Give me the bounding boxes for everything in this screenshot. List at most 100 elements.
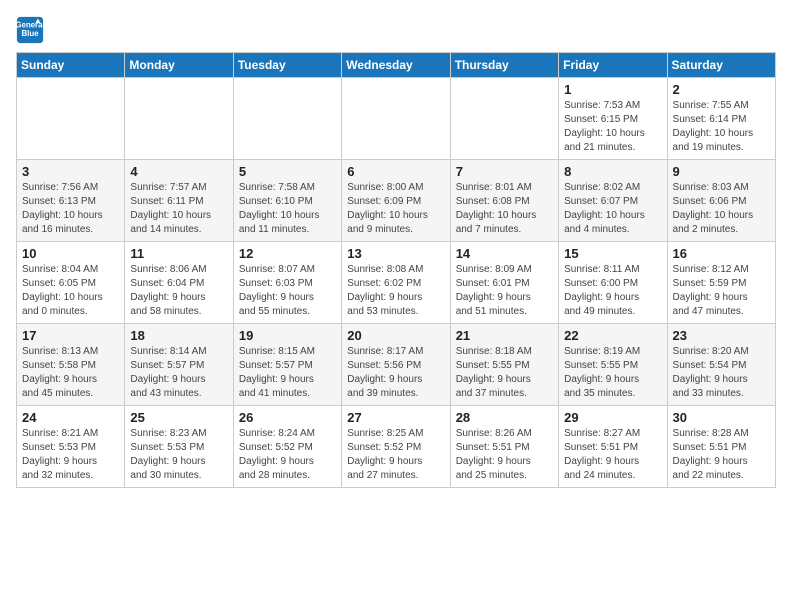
day-number: 14	[456, 246, 553, 261]
day-cell: 28Sunrise: 8:26 AM Sunset: 5:51 PM Dayli…	[450, 406, 558, 488]
day-number: 17	[22, 328, 119, 343]
calendar-header: SundayMondayTuesdayWednesdayThursdayFrid…	[17, 53, 776, 78]
day-number: 27	[347, 410, 444, 425]
day-info: Sunrise: 8:24 AM Sunset: 5:52 PM Dayligh…	[239, 427, 336, 483]
day-cell: 5Sunrise: 7:58 AM Sunset: 6:10 PM Daylig…	[233, 160, 341, 242]
svg-text:Blue: Blue	[21, 29, 39, 38]
day-cell	[233, 78, 341, 160]
day-info: Sunrise: 7:57 AM Sunset: 6:11 PM Dayligh…	[130, 181, 227, 237]
weekday-header-sunday: Sunday	[17, 53, 125, 78]
day-number: 21	[456, 328, 553, 343]
day-info: Sunrise: 8:00 AM Sunset: 6:09 PM Dayligh…	[347, 181, 444, 237]
day-info: Sunrise: 8:02 AM Sunset: 6:07 PM Dayligh…	[564, 181, 661, 237]
day-cell: 11 Sunrise: 8:06 AM Sunset: 6:04 PM Dayli…	[125, 242, 233, 324]
day-number: 25	[130, 410, 227, 425]
day-info: Sunrise: 8:19 AM Sunset: 5:55 PM Dayligh…	[564, 345, 661, 401]
day-cell	[17, 78, 125, 160]
day-number: 24	[22, 410, 119, 425]
day-number: 20	[347, 328, 444, 343]
day-number: 19	[239, 328, 336, 343]
day-cell	[125, 78, 233, 160]
day-cell: 1Sunrise: 7:53 AM Sunset: 6:15 PM Daylig…	[559, 78, 667, 160]
day-cell: 29 Sunrise: 8:27 AM Sunset: 5:51 PM Dayli…	[559, 406, 667, 488]
logo: General Blue	[16, 16, 48, 44]
day-cell: 27 Sunrise: 8:25 AM Sunset: 5:52 PM Dayli…	[342, 406, 450, 488]
weekday-header-monday: Monday	[125, 53, 233, 78]
day-number: 6	[347, 164, 444, 179]
logo-icon: General Blue	[16, 16, 44, 44]
week-row-4: 17 Sunrise: 8:13 AM Sunset: 5:58 PM Dayli…	[17, 324, 776, 406]
day-cell	[342, 78, 450, 160]
day-info: Sunrise: 8:01 AM Sunset: 6:08 PM Dayligh…	[456, 181, 553, 237]
day-number: 2	[673, 82, 770, 97]
day-number: 10	[22, 246, 119, 261]
weekday-header-tuesday: Tuesday	[233, 53, 341, 78]
calendar-table: SundayMondayTuesdayWednesdayThursdayFrid…	[16, 52, 776, 488]
day-info: Sunrise: 8:13 AM Sunset: 5:58 PM Dayligh…	[22, 345, 119, 401]
day-number: 13	[347, 246, 444, 261]
day-info: Sunrise: 8:08 AM Sunset: 6:02 PM Dayligh…	[347, 263, 444, 319]
day-info: Sunrise: 8:17 AM Sunset: 5:56 PM Dayligh…	[347, 345, 444, 401]
day-number: 3	[22, 164, 119, 179]
day-info: Sunrise: 8:18 AM Sunset: 5:55 PM Dayligh…	[456, 345, 553, 401]
day-info: Sunrise: 8:06 AM Sunset: 6:04 PM Dayligh…	[130, 263, 227, 319]
day-number: 28	[456, 410, 553, 425]
day-cell	[450, 78, 558, 160]
day-number: 12	[239, 246, 336, 261]
day-number: 22	[564, 328, 661, 343]
day-number: 7	[456, 164, 553, 179]
day-cell: 23 Sunrise: 8:20 AM Sunset: 5:54 PM Dayli…	[667, 324, 775, 406]
day-info: Sunrise: 8:11 AM Sunset: 6:00 PM Dayligh…	[564, 263, 661, 319]
day-cell: 15 Sunrise: 8:11 AM Sunset: 6:00 PM Dayli…	[559, 242, 667, 324]
week-row-3: 10 Sunrise: 8:04 AM Sunset: 6:05 PM Dayli…	[17, 242, 776, 324]
weekday-header-friday: Friday	[559, 53, 667, 78]
day-info: Sunrise: 8:04 AM Sunset: 6:05 PM Dayligh…	[22, 263, 119, 319]
weekday-row: SundayMondayTuesdayWednesdayThursdayFrid…	[17, 53, 776, 78]
day-number: 4	[130, 164, 227, 179]
day-cell: 22 Sunrise: 8:19 AM Sunset: 5:55 PM Dayli…	[559, 324, 667, 406]
day-info: Sunrise: 8:15 AM Sunset: 5:57 PM Dayligh…	[239, 345, 336, 401]
day-cell: 8Sunrise: 8:02 AM Sunset: 6:07 PM Daylig…	[559, 160, 667, 242]
day-number: 16	[673, 246, 770, 261]
day-cell: 16 Sunrise: 8:12 AM Sunset: 5:59 PM Dayli…	[667, 242, 775, 324]
day-info: Sunrise: 8:27 AM Sunset: 5:51 PM Dayligh…	[564, 427, 661, 483]
day-number: 30	[673, 410, 770, 425]
weekday-header-thursday: Thursday	[450, 53, 558, 78]
day-info: Sunrise: 8:09 AM Sunset: 6:01 PM Dayligh…	[456, 263, 553, 319]
day-info: Sunrise: 8:21 AM Sunset: 5:53 PM Dayligh…	[22, 427, 119, 483]
day-cell: 24 Sunrise: 8:21 AM Sunset: 5:53 PM Dayli…	[17, 406, 125, 488]
day-number: 18	[130, 328, 227, 343]
day-cell: 20 Sunrise: 8:17 AM Sunset: 5:56 PM Dayli…	[342, 324, 450, 406]
day-cell: 9Sunrise: 8:03 AM Sunset: 6:06 PM Daylig…	[667, 160, 775, 242]
day-number: 11	[130, 246, 227, 261]
day-info: Sunrise: 8:12 AM Sunset: 5:59 PM Dayligh…	[673, 263, 770, 319]
day-info: Sunrise: 8:14 AM Sunset: 5:57 PM Dayligh…	[130, 345, 227, 401]
calendar-body: 1Sunrise: 7:53 AM Sunset: 6:15 PM Daylig…	[17, 78, 776, 488]
day-cell: 19 Sunrise: 8:15 AM Sunset: 5:57 PM Dayli…	[233, 324, 341, 406]
day-cell: 6 Sunrise: 8:00 AM Sunset: 6:09 PM Daylig…	[342, 160, 450, 242]
day-cell: 14 Sunrise: 8:09 AM Sunset: 6:01 PM Dayli…	[450, 242, 558, 324]
day-cell: 13 Sunrise: 8:08 AM Sunset: 6:02 PM Dayli…	[342, 242, 450, 324]
day-cell: 30Sunrise: 8:28 AM Sunset: 5:51 PM Dayli…	[667, 406, 775, 488]
week-row-5: 24 Sunrise: 8:21 AM Sunset: 5:53 PM Dayli…	[17, 406, 776, 488]
day-number: 29	[564, 410, 661, 425]
day-info: Sunrise: 7:55 AM Sunset: 6:14 PM Dayligh…	[673, 99, 770, 155]
day-info: Sunrise: 8:03 AM Sunset: 6:06 PM Dayligh…	[673, 181, 770, 237]
day-info: Sunrise: 8:07 AM Sunset: 6:03 PM Dayligh…	[239, 263, 336, 319]
day-info: Sunrise: 7:56 AM Sunset: 6:13 PM Dayligh…	[22, 181, 119, 237]
day-info: Sunrise: 8:20 AM Sunset: 5:54 PM Dayligh…	[673, 345, 770, 401]
week-row-1: 1Sunrise: 7:53 AM Sunset: 6:15 PM Daylig…	[17, 78, 776, 160]
day-number: 15	[564, 246, 661, 261]
day-info: Sunrise: 8:25 AM Sunset: 5:52 PM Dayligh…	[347, 427, 444, 483]
page-header: General Blue	[16, 16, 776, 44]
weekday-header-saturday: Saturday	[667, 53, 775, 78]
day-cell: 25 Sunrise: 8:23 AM Sunset: 5:53 PM Dayli…	[125, 406, 233, 488]
day-cell: 21 Sunrise: 8:18 AM Sunset: 5:55 PM Dayli…	[450, 324, 558, 406]
day-cell: 17 Sunrise: 8:13 AM Sunset: 5:58 PM Dayli…	[17, 324, 125, 406]
day-number: 26	[239, 410, 336, 425]
day-cell: 4 Sunrise: 7:57 AM Sunset: 6:11 PM Daylig…	[125, 160, 233, 242]
day-cell: 7 Sunrise: 8:01 AM Sunset: 6:08 PM Daylig…	[450, 160, 558, 242]
day-info: Sunrise: 7:58 AM Sunset: 6:10 PM Dayligh…	[239, 181, 336, 237]
day-info: Sunrise: 8:23 AM Sunset: 5:53 PM Dayligh…	[130, 427, 227, 483]
day-number: 23	[673, 328, 770, 343]
